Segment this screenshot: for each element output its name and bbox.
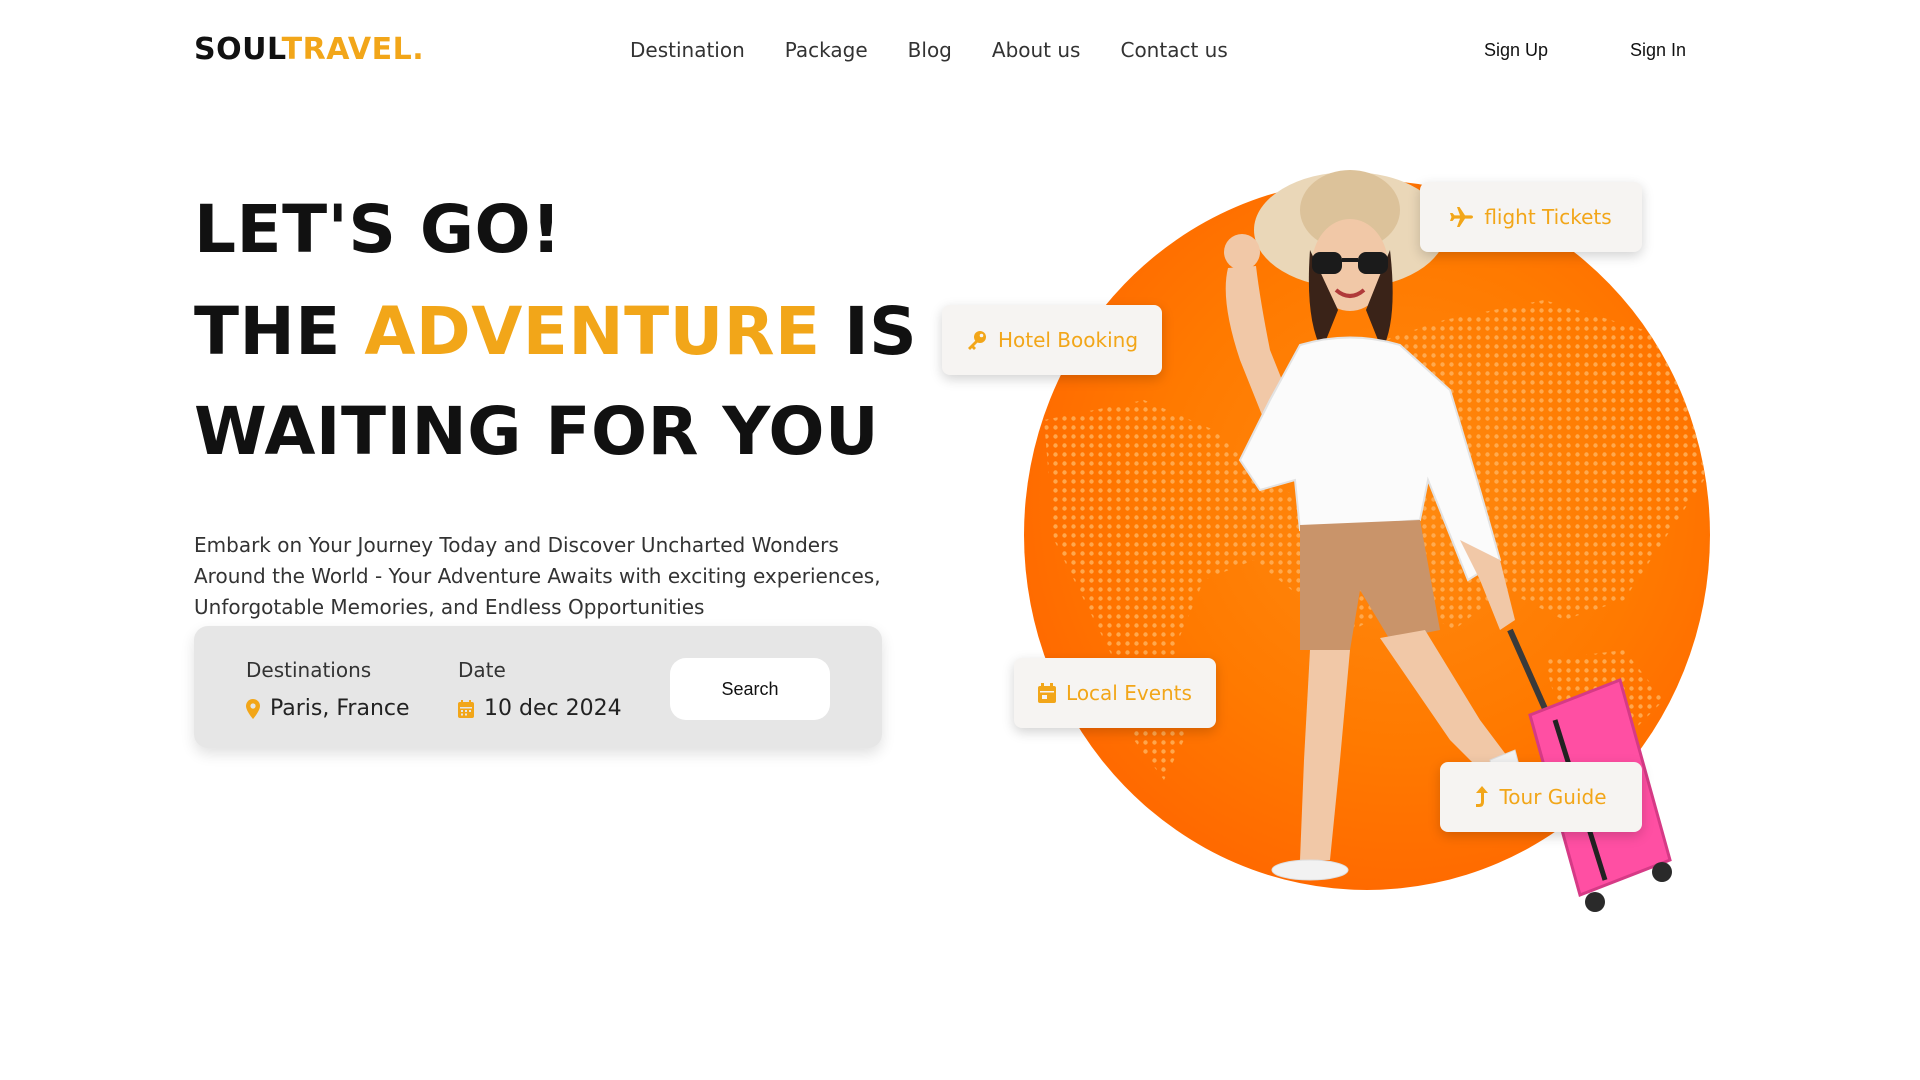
logo-text-travel: TRAVEL. xyxy=(281,32,425,67)
hero-headline-the: THE xyxy=(194,293,365,370)
hero-headline-accent: ADVENTURE xyxy=(364,293,821,370)
hero-headline-line-3: WAITING FOR YOU xyxy=(194,393,880,470)
plane-icon xyxy=(1450,207,1474,227)
tour-guide-chip[interactable]: Tour Guide xyxy=(1440,762,1642,832)
calendar-icon xyxy=(1038,683,1057,703)
destination-field[interactable]: Paris, France xyxy=(246,694,410,724)
hero-description: Embark on Your Journey Today and Discove… xyxy=(194,533,881,619)
nav-blog[interactable]: Blog xyxy=(908,32,952,68)
search-box: Destinations Paris, France Date 10 dec 2… xyxy=(194,626,882,748)
arrow-up-icon xyxy=(1475,786,1489,808)
key-icon xyxy=(966,329,988,351)
logo[interactable]: SOULTRAVEL. xyxy=(194,30,424,70)
nav-package[interactable]: Package xyxy=(785,32,868,68)
calendar-icon xyxy=(458,700,474,718)
sign-in-button[interactable]: Sign In xyxy=(1630,32,1686,68)
date-value: 10 dec 2024 xyxy=(484,696,622,721)
nav-contact-us[interactable]: Contact us xyxy=(1120,32,1227,68)
destination-value: Paris, France xyxy=(270,696,410,721)
date-field[interactable]: 10 dec 2024 xyxy=(458,694,622,724)
hotel-booking-label: Hotel Booking xyxy=(997,328,1139,352)
hotel-booking-chip[interactable]: Hotel Booking xyxy=(942,305,1162,375)
hero-headline-line-2: THE ADVENTURE IS xyxy=(194,292,917,372)
nav-destination[interactable]: Destination xyxy=(630,32,745,68)
page: SOULTRAVEL. Destination Package Blog Abo… xyxy=(0,0,1920,1080)
hero-headline-is: IS xyxy=(820,293,918,370)
date-label: Date xyxy=(458,658,506,682)
flight-tickets-label: flight Tickets xyxy=(1484,205,1612,229)
local-events-chip[interactable]: Local Events xyxy=(1014,658,1216,728)
nav-about-us[interactable]: About us xyxy=(992,32,1081,68)
local-events-label: Local Events xyxy=(1066,681,1192,705)
tour-guide-label: Tour Guide xyxy=(1499,785,1607,809)
map-pin-icon xyxy=(246,699,260,719)
main-nav: Destination Package Blog About us Contac… xyxy=(630,32,1228,68)
logo-text-soul: SOUL xyxy=(194,32,282,67)
search-button[interactable]: Search xyxy=(670,658,830,720)
destination-label: Destinations xyxy=(246,658,372,682)
flight-tickets-chip[interactable]: flight Tickets xyxy=(1420,182,1642,252)
sign-up-button[interactable]: Sign Up xyxy=(1484,32,1548,68)
hero-headline-line-1: LET'S GO! xyxy=(194,191,562,268)
